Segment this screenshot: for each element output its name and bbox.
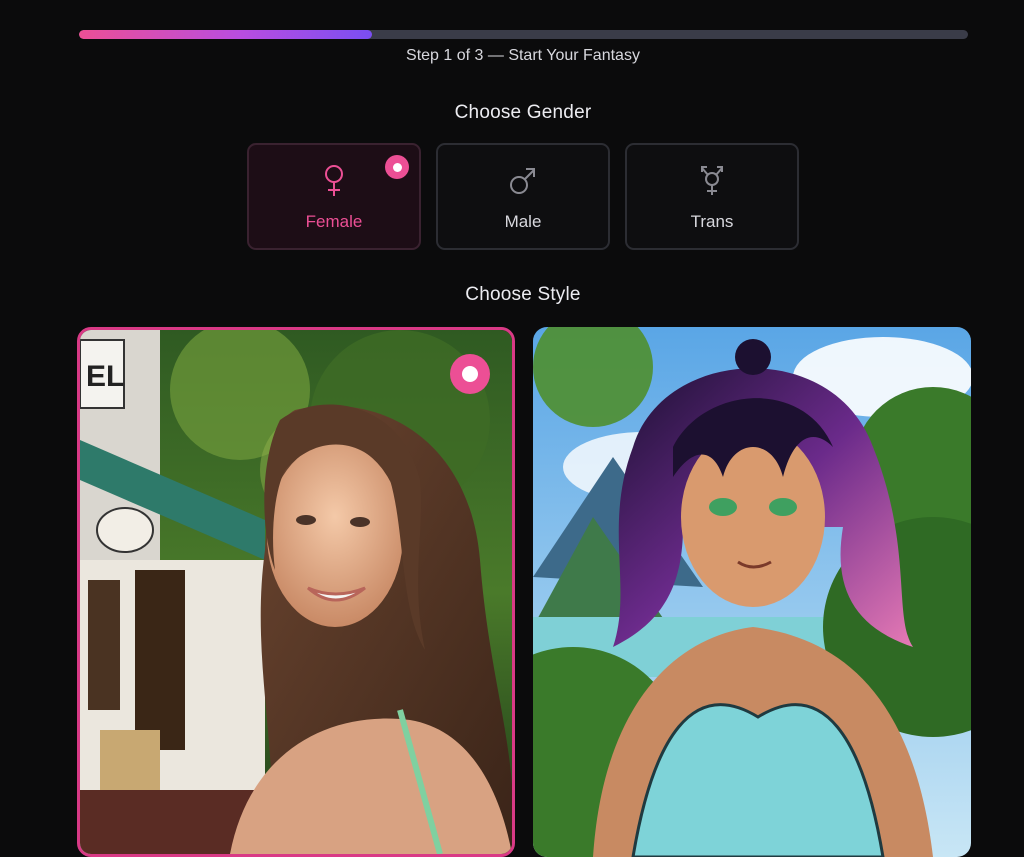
gender-option-female[interactable]: Female — [247, 143, 421, 250]
gender-section-title: Choose Gender — [454, 102, 592, 123]
step-indicator: Step 1 of 3 — Start Your Fantasy — [406, 47, 640, 64]
female-symbol-icon — [317, 161, 351, 201]
anime-woman-illustration — [533, 327, 971, 857]
progress-fill — [79, 30, 373, 39]
gender-label-male: Male — [504, 212, 542, 231]
progress-bar — [79, 30, 968, 39]
style-option-realistic[interactable]: EL — [77, 327, 515, 857]
style-options: EL — [77, 327, 971, 857]
style-section-title: Choose Style — [465, 284, 581, 305]
transgender-symbol-icon — [695, 161, 729, 201]
gender-options: Female Male Trans — [247, 143, 799, 250]
selected-radio-indicator — [385, 155, 409, 179]
style-option-anime[interactable] — [533, 327, 971, 857]
gender-option-male[interactable]: Male — [436, 143, 610, 250]
selected-radio-indicator — [450, 354, 490, 394]
gender-label-female: Female — [305, 212, 363, 231]
gender-label-trans: Trans — [690, 212, 734, 231]
male-symbol-icon — [506, 161, 540, 201]
gender-option-trans[interactable]: Trans — [625, 143, 799, 250]
realistic-woman-photo: EL — [80, 330, 512, 854]
svg-text:EL: EL — [86, 360, 124, 393]
